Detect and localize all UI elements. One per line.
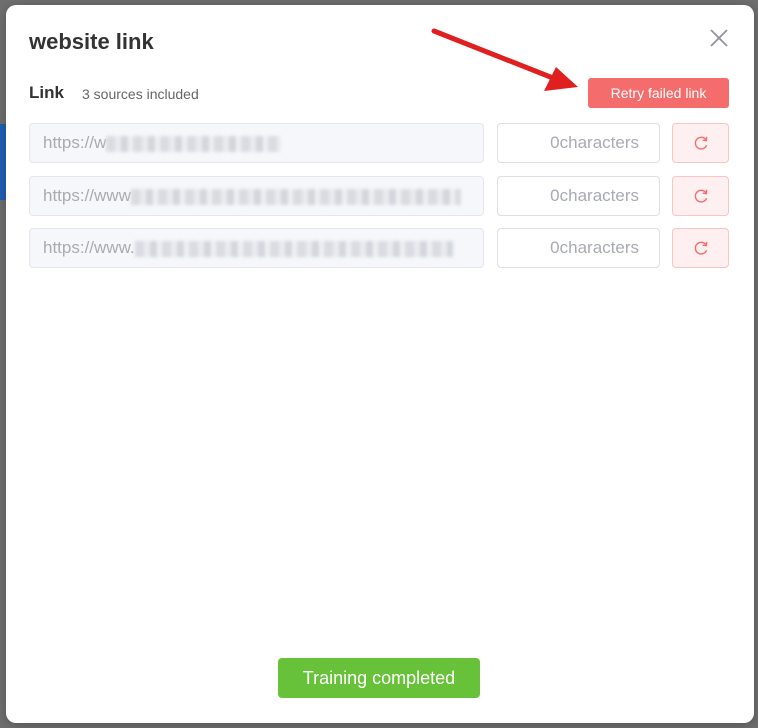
refresh-icon bbox=[694, 189, 707, 203]
url-text: https://www bbox=[43, 186, 131, 205]
link-label: Link bbox=[29, 83, 64, 102]
refresh-icon bbox=[694, 136, 707, 150]
link-row: https://www. 0characters bbox=[29, 228, 729, 268]
redacted-url-blur bbox=[106, 135, 282, 152]
character-count: 0characters bbox=[497, 123, 660, 163]
url-input[interactable]: https://www bbox=[29, 176, 484, 216]
retry-link-button[interactable] bbox=[672, 228, 729, 268]
sources-count-text: 3 sources included bbox=[82, 86, 199, 102]
refresh-icon bbox=[694, 241, 707, 255]
dialog-title: website link bbox=[29, 29, 154, 54]
retry-failed-link-button[interactable]: Retry failed link bbox=[588, 78, 729, 108]
close-button[interactable] bbox=[708, 27, 730, 49]
url-text: https://www. bbox=[43, 238, 135, 257]
link-row: https://w 0characters bbox=[29, 123, 729, 163]
redacted-url-blur bbox=[134, 240, 453, 257]
annotation-arrow bbox=[431, 28, 578, 91]
character-count: 0characters bbox=[497, 228, 660, 268]
retry-link-button[interactable] bbox=[672, 176, 729, 216]
retry-link-button[interactable] bbox=[672, 123, 729, 163]
character-count: 0characters bbox=[497, 176, 660, 216]
url-text: https://w bbox=[43, 133, 107, 152]
website-link-dialog: website link Link 3 sources included Ret… bbox=[6, 5, 754, 723]
close-icon bbox=[710, 29, 728, 47]
training-completed-button[interactable]: Training completed bbox=[278, 658, 480, 698]
link-row: https://www 0characters bbox=[29, 176, 729, 216]
redacted-url-blur bbox=[130, 188, 461, 205]
url-input[interactable]: https://w bbox=[29, 123, 484, 163]
url-input[interactable]: https://www. bbox=[29, 228, 484, 268]
